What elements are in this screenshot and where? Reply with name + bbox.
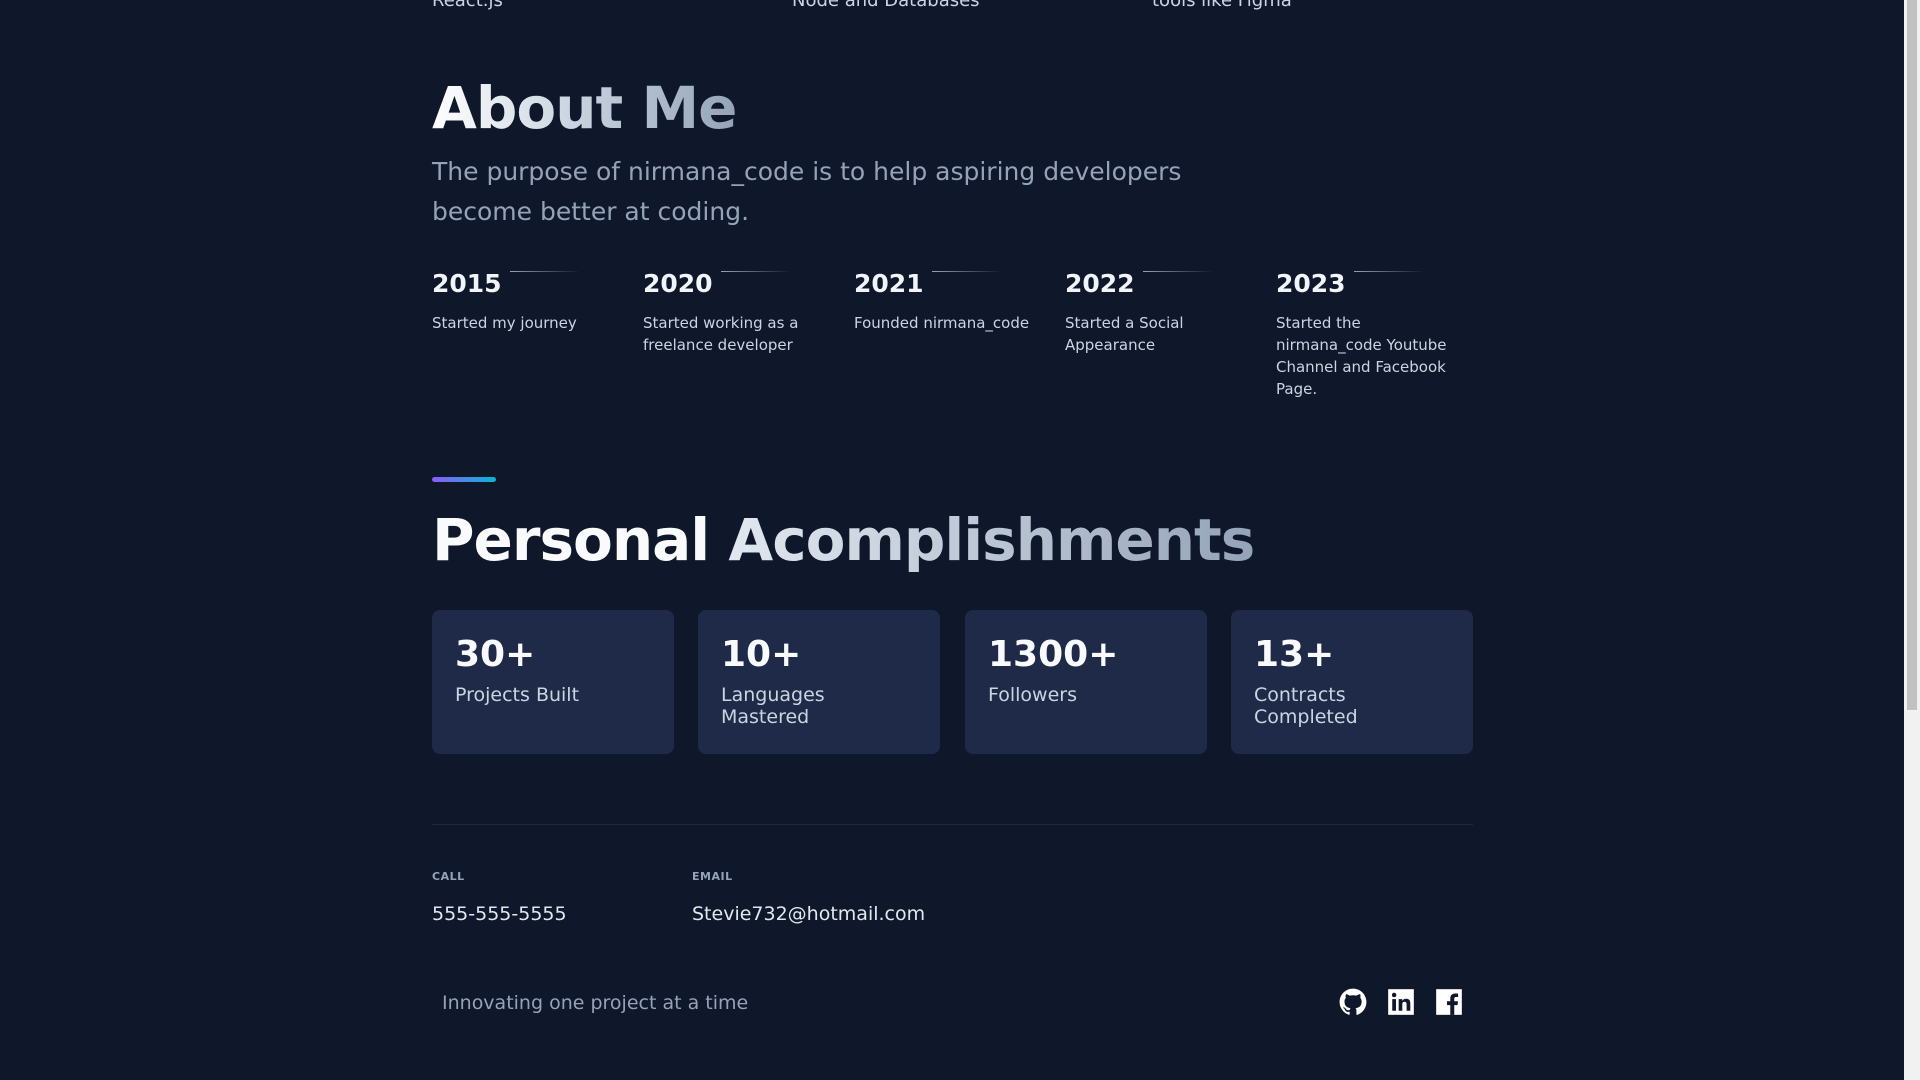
previous-item: tools like Figma: [1152, 0, 1292, 11]
facebook-icon[interactable]: [1435, 988, 1463, 1016]
stat-label: Contracts Completed: [1254, 684, 1358, 728]
footer-tagline: Innovating one project at a time: [442, 992, 749, 1014]
timeline-connector: [510, 271, 580, 272]
contact-call: CALL 555-555-5555: [432, 870, 567, 925]
timeline: 2015 Started my journey 2020 Started wor…: [432, 268, 1473, 408]
timeline-connector: [1143, 271, 1213, 272]
timeline-item: 2021 Founded nirmana_code: [854, 268, 1034, 334]
accomplishments-title-part1: Personal: [432, 506, 710, 574]
stats-grid: 30+ Projects Built 10+ Languages Mastere…: [432, 610, 1473, 754]
timeline-connector: [721, 271, 791, 272]
about-description: The purpose of nirmana_code is to help a…: [432, 157, 1182, 226]
page-scrollbar[interactable]: [1904, 0, 1920, 1080]
timeline-year: 2015: [432, 269, 502, 298]
stat-label: Followers: [988, 684, 1077, 706]
github-icon[interactable]: [1339, 988, 1367, 1016]
timeline-item: 2015 Started my journey: [432, 268, 612, 334]
stat-card: 1300+ Followers: [965, 610, 1207, 754]
section-accent-bar: [432, 477, 496, 482]
timeline-text: Started working as a freelance developer: [643, 314, 799, 354]
scrollbar-thumb[interactable]: [1907, 0, 1917, 710]
about-title: About Me: [432, 74, 738, 142]
social-links: [1339, 988, 1463, 1018]
timeline-text: Started a Social Appearance: [1065, 314, 1184, 354]
previous-item: React.js: [432, 0, 503, 11]
timeline-connector: [1354, 271, 1424, 272]
email-label: EMAIL: [692, 870, 733, 883]
timeline-text: Started the nirmana_code Youtube Channel…: [1276, 314, 1447, 398]
timeline-text: Founded nirmana_code: [854, 314, 1030, 332]
previous-item: Node and Databases: [792, 0, 980, 11]
stat-card: 30+ Projects Built: [432, 610, 674, 754]
footer-divider: [432, 824, 1473, 825]
timeline-item: 2023 Started the nirmana_code Youtube Ch…: [1276, 268, 1456, 400]
timeline-year: 2020: [643, 269, 713, 298]
stat-card: 10+ Languages Mastered: [698, 610, 940, 754]
previous-section-tail: React.js Node and Databases tools like F…: [432, 0, 1473, 14]
timeline-item: 2022 Started a Social Appearance: [1065, 268, 1245, 356]
stat-label: Projects Built: [455, 684, 580, 706]
stat-card: 13+ Contracts Completed: [1231, 610, 1473, 754]
contact-email: EMAIL Stevie732@hotmail.com: [692, 870, 925, 925]
stat-number: 1300+: [988, 634, 1119, 675]
accomplishments-title: Personal Acomplishments: [432, 506, 1255, 574]
stat-number: 13+: [1254, 634, 1335, 675]
linkedin-icon[interactable]: [1387, 988, 1415, 1016]
stat-number: 10+: [721, 634, 802, 675]
timeline-text: Started my journey: [432, 314, 577, 332]
timeline-connector: [932, 271, 1002, 272]
email-link[interactable]: Stevie732@hotmail.com: [692, 903, 925, 925]
accomplishments-title-part2: Acomplishments: [728, 506, 1255, 574]
timeline-year: 2023: [1276, 269, 1346, 298]
phone-link[interactable]: 555-555-5555: [432, 903, 567, 925]
stat-number: 30+: [455, 634, 536, 675]
stat-label: Languages Mastered: [721, 684, 825, 728]
call-label: CALL: [432, 870, 465, 883]
timeline-item: 2020 Started working as a freelance deve…: [643, 268, 823, 356]
timeline-year: 2021: [854, 269, 924, 298]
timeline-year: 2022: [1065, 269, 1135, 298]
